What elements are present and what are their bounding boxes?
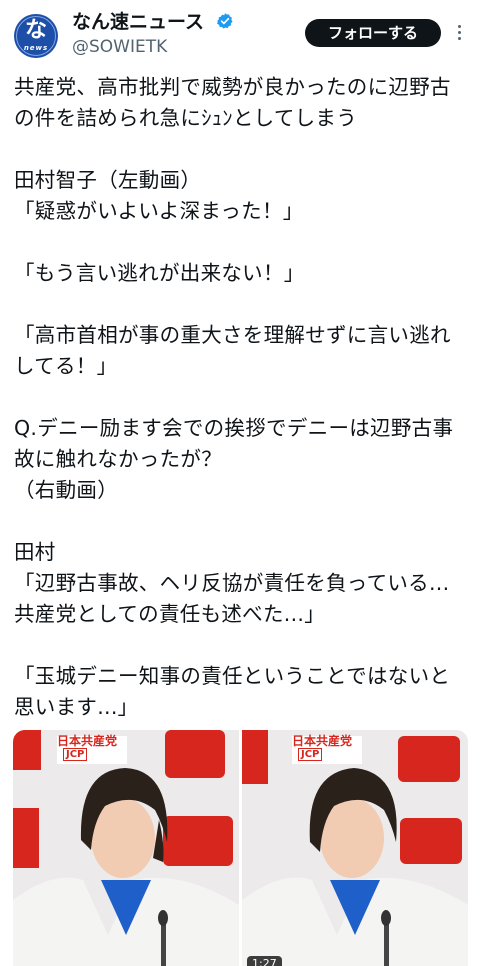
follow-button[interactable]: フォローする (305, 19, 441, 47)
video-thumbnail-right[interactable]: 日本共産党 JCP 1:27 (242, 730, 468, 966)
display-name[interactable]: なん速ニュース (72, 10, 204, 34)
verified-badge-icon (217, 13, 233, 29)
post-text: 共産党、高市批判で威勢が良かったのに辺野古の件を詰められ急にｼｭﾝとしてしまう … (14, 75, 454, 719)
avatar[interactable]: な news (14, 14, 58, 58)
video-duration: 1:27 (247, 956, 282, 966)
logo-text-right: JCP (298, 748, 323, 761)
video-thumbnail-left[interactable]: 日本共産党 JCP (13, 730, 239, 966)
sign-text-left: 日本共産党 (57, 734, 118, 748)
post-header: な news なん速ニュース @SOWIETK フォローする (0, 0, 480, 68)
thumbnail-image (13, 730, 239, 966)
handle[interactable]: @SOWIETK (72, 36, 167, 58)
more-vertical-icon[interactable] (453, 22, 465, 42)
media-grid: 日本共産党 JCP 日本共産党 JCP 1:27 (13, 730, 468, 966)
avatar-subtext: news (23, 44, 49, 52)
thumbnail-image (242, 730, 468, 966)
logo-text-left: JCP (63, 748, 88, 761)
avatar-glyph: な (24, 18, 47, 43)
sign-text-right: 日本共産党 (292, 734, 353, 748)
